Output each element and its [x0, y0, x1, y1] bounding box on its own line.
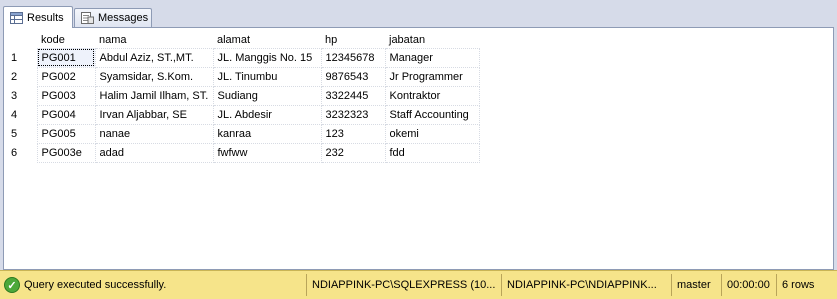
results-table: kode nama alamat hp jabatan 1 PG001 Abdu… [9, 32, 480, 163]
cell-hp[interactable]: 9876543 [320, 66, 386, 87]
cell-hp[interactable]: 3232323 [320, 104, 386, 125]
cell-alamat[interactable]: kanraa [212, 123, 322, 144]
column-header-alamat[interactable]: alamat [213, 32, 321, 48]
cell-alamat[interactable]: JL. Abdesir [212, 104, 322, 125]
status-message-text: Query executed successfully. [24, 279, 167, 291]
row-number[interactable]: 4 [9, 105, 37, 124]
column-header-jabatan[interactable]: jabatan [385, 32, 479, 48]
grid-icon [10, 11, 23, 24]
column-header-rownum [9, 32, 37, 48]
cell-nama[interactable]: Halim Jamil Ilham, ST. [94, 85, 214, 106]
cell-nama[interactable]: adad [94, 142, 214, 163]
tab-results[interactable]: Results [3, 6, 73, 28]
success-check-icon: ✓ [4, 277, 20, 293]
row-number[interactable]: 1 [9, 48, 37, 67]
cell-nama[interactable]: nanae [94, 123, 214, 144]
cell-kode[interactable]: PG002 [36, 66, 96, 87]
table-row[interactable]: 6 PG003e adad fwfww 232 fdd [9, 142, 480, 163]
table-row[interactable]: 1 PG001 Abdul Aziz, ST.,MT. JL. Manggis … [9, 47, 480, 68]
cell-kode[interactable]: PG004 [36, 104, 96, 125]
cell-kode[interactable]: PG003 [36, 85, 96, 106]
cell-nama[interactable]: Syamsidar, S.Kom. [94, 66, 214, 87]
cell-kode[interactable]: PG005 [36, 123, 96, 144]
cell-jabatan[interactable]: Kontraktor [384, 85, 480, 106]
status-bar: ✓ Query executed successfully. NDIAPPINK… [0, 270, 837, 299]
tab-results-label: Results [27, 11, 64, 24]
row-number[interactable]: 3 [9, 86, 37, 105]
status-elapsed-time: 00:00:00 [721, 274, 776, 296]
messages-icon [81, 12, 94, 24]
status-message: ✓ Query executed successfully. [0, 277, 306, 293]
table-row[interactable]: 4 PG004 Irvan Aljabbar, SE JL. Abdesir 3… [9, 104, 480, 125]
cell-kode[interactable]: PG001 [36, 47, 96, 68]
cell-jabatan[interactable]: okemi [384, 123, 480, 144]
table-row[interactable]: 5 PG005 nanae kanraa 123 okemi [9, 123, 480, 144]
cell-nama[interactable]: Abdul Aziz, ST.,MT. [94, 47, 214, 68]
cell-alamat[interactable]: JL. Manggis No. 15 [212, 47, 322, 68]
cell-jabatan[interactable]: fdd [384, 142, 480, 163]
column-header-kode[interactable]: kode [37, 32, 95, 48]
row-number[interactable]: 6 [9, 143, 37, 162]
cell-hp[interactable]: 123 [320, 123, 386, 144]
row-number[interactable]: 2 [9, 67, 37, 86]
cell-jabatan[interactable]: Staff Accounting [384, 104, 480, 125]
cell-jabatan[interactable]: Manager [384, 47, 480, 68]
status-user: NDIAPPINK-PC\NDIAPPINK... [501, 274, 671, 296]
table-row[interactable]: 2 PG002 Syamsidar, S.Kom. JL. Tinumbu 98… [9, 66, 480, 87]
cell-alamat[interactable]: JL. Tinumbu [212, 66, 322, 87]
cell-hp[interactable]: 3322445 [320, 85, 386, 106]
results-grid-pane[interactable]: kode nama alamat hp jabatan 1 PG001 Abdu… [3, 27, 834, 270]
cell-nama[interactable]: Irvan Aljabbar, SE [94, 104, 214, 125]
cell-jabatan[interactable]: Jr Programmer [384, 66, 480, 87]
row-number[interactable]: 5 [9, 124, 37, 143]
status-database: master [671, 274, 721, 296]
cell-alamat[interactable]: fwfww [212, 142, 322, 163]
tab-messages[interactable]: Messages [74, 8, 152, 27]
cell-alamat[interactable]: Sudiang [212, 85, 322, 106]
table-header-row: kode nama alamat hp jabatan [9, 32, 479, 48]
cell-hp[interactable]: 12345678 [320, 47, 386, 68]
column-header-nama[interactable]: nama [95, 32, 213, 48]
cell-kode[interactable]: PG003e [36, 142, 96, 163]
column-header-hp[interactable]: hp [321, 32, 385, 48]
table-row[interactable]: 3 PG003 Halim Jamil Ilham, ST. Sudiang 3… [9, 85, 480, 106]
status-row-count: 6 rows [776, 274, 831, 296]
cell-hp[interactable]: 232 [320, 142, 386, 163]
result-tabbar: Results Messages [0, 0, 837, 28]
status-server: NDIAPPINK-PC\SQLEXPRESS (10... [306, 274, 501, 296]
tab-messages-label: Messages [98, 12, 149, 24]
